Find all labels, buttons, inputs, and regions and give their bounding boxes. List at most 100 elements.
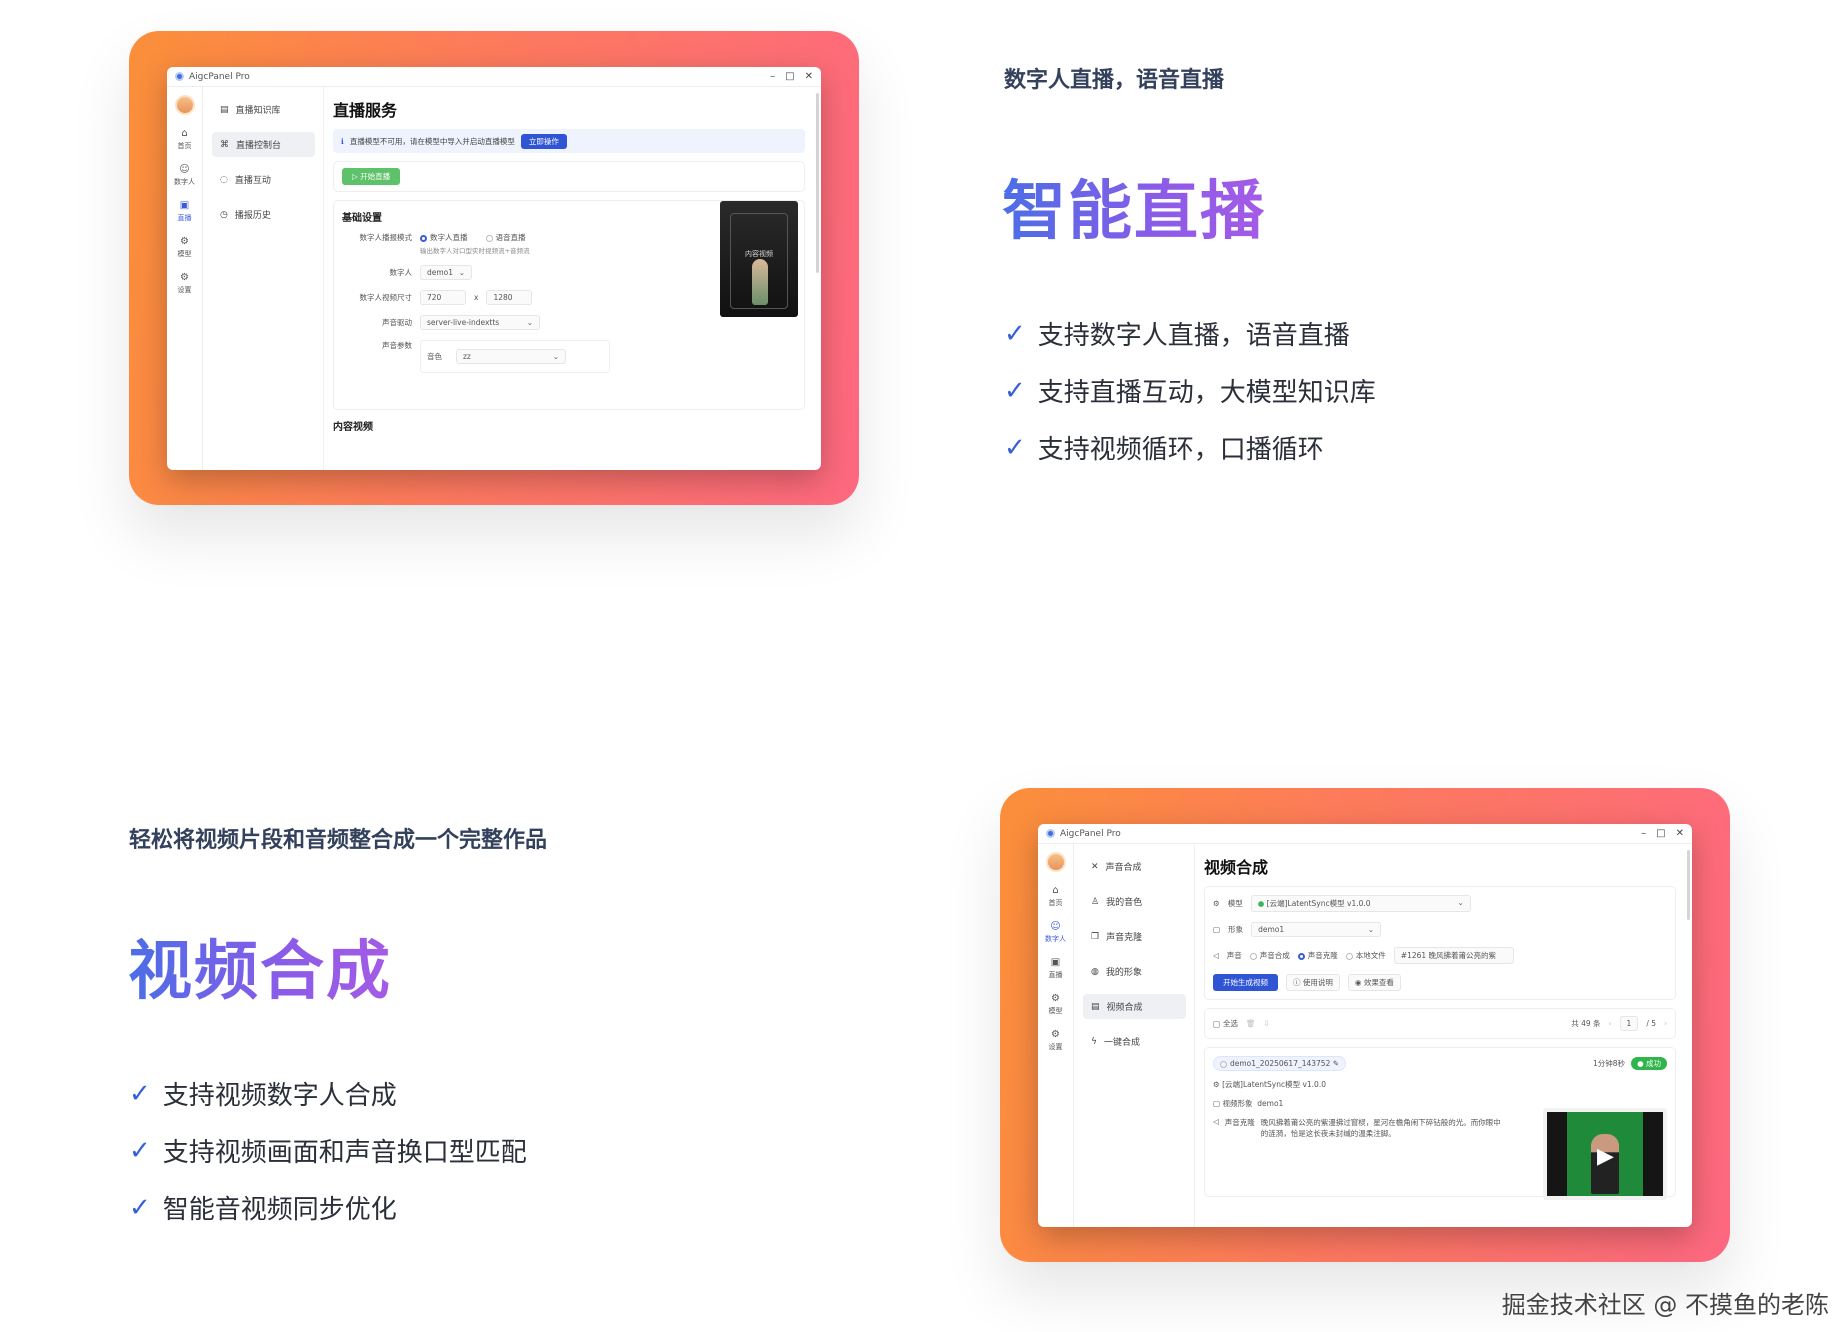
image-icon: ▢ [1213, 925, 1221, 934]
sound-option-file[interactable]: 本地文件 [1345, 950, 1386, 961]
chevron-down-icon: ⌄ [1367, 925, 1375, 934]
task-model: [云端]LatentSync模型 v1.0.0 [1222, 1080, 1326, 1089]
feature-text: 支持视频画面和声音换口型匹配 [162, 1138, 527, 1168]
mode-option-voice[interactable]: 语音直播 [485, 232, 526, 243]
option-label: 本地文件 [1355, 951, 1386, 960]
status-badge: ● 成功 [1631, 1057, 1667, 1070]
rail-item-live[interactable]: ▣ 直播 [1049, 958, 1063, 980]
basic-settings-card: 基础设置 数字人播报模式 数字人直播 语音直播 输出数字人对口型实时视频流+音频… [333, 200, 805, 410]
task-card: demo1_20250617_143752 ✎ 1分钟8秒 ● 成功 ⚙ [云端… [1204, 1047, 1676, 1200]
avatar-select[interactable]: demo1 ⌄ [420, 265, 472, 280]
effect-button[interactable]: ◉ 效果查看 [1347, 974, 1401, 991]
checkbox-icon [1220, 1060, 1227, 1068]
list-item: ✓ 支持直播互动，大模型知识库 [1004, 362, 1376, 419]
chat-icon: ◌ [220, 174, 228, 185]
select-all-checkbox[interactable]: 全选 [1213, 1018, 1238, 1029]
close-icon[interactable]: ✕ [1676, 828, 1684, 839]
rail-label: 模型 [1048, 1007, 1063, 1015]
mode-option-digital[interactable]: 数字人直播 [420, 232, 468, 243]
person-icon: ☺ [179, 164, 190, 175]
rail-item-settings[interactable]: ⚙ 设置 [1049, 1030, 1063, 1052]
model-select[interactable]: ● [云端]LatentSync模型 v1.0.0 ⌄ [1250, 895, 1471, 912]
figure-select[interactable]: demo1 ⌄ [1251, 922, 1382, 937]
task-name-tag[interactable]: demo1_20250617_143752 ✎ [1213, 1056, 1347, 1071]
select-all-label: 全选 [1223, 1019, 1238, 1028]
rail-item-digital-human[interactable]: ☺ 数字人 [174, 165, 195, 187]
play-icon[interactable]: ▶ [1597, 1144, 1614, 1169]
menu-item-history[interactable]: ◷ 播报历史 [212, 202, 315, 227]
sound-select[interactable]: #1261 晚风拂着莆公亮的紫 [1393, 947, 1514, 964]
menu-item-knowledge[interactable]: ▤ 直播知识库 [212, 97, 315, 122]
menu-item-my-figure[interactable]: ◍ 我的形象 [1083, 959, 1186, 984]
shuffle-icon: ✕ [1091, 861, 1099, 872]
maximize-icon[interactable]: □ [785, 71, 794, 82]
menu-item-tts[interactable]: ✕ 声音合成 [1083, 854, 1186, 879]
nav-rail: ⌂ 首页 ☺ 数字人 ▣ 直播 ⚙ 模型 ⚙ 设置 [1038, 844, 1074, 1227]
width-input[interactable]: 720 [420, 290, 466, 305]
rail-label: 首页 [177, 142, 192, 150]
side-menu: ▤ 直播知识库 ⌘ 直播控制台 ◌ 直播互动 ◷ 播报历史 [204, 87, 324, 470]
next-page-icon[interactable]: › [1664, 1019, 1667, 1028]
height-input[interactable]: 1280 [486, 290, 533, 305]
total-count: 共 49 条 [1571, 1019, 1601, 1028]
avatar[interactable] [174, 95, 195, 115]
rail-item-home[interactable]: ⌂ 首页 [1049, 886, 1063, 908]
menu-item-console[interactable]: ⌘ 直播控制台 [212, 132, 315, 157]
chevron-down-icon: ⌄ [458, 268, 465, 277]
title-bar: AigcPanel Pro – □ ✕ [1038, 824, 1692, 844]
rail-item-settings[interactable]: ⚙ 设置 [178, 273, 192, 295]
minimize-icon[interactable]: – [1641, 828, 1646, 839]
sound-option-tts[interactable]: 声音合成 [1249, 950, 1290, 961]
download-icon[interactable]: ⇩ [1264, 1019, 1270, 1028]
timbre-select[interactable]: zz ⌄ [456, 349, 566, 364]
rail-item-home[interactable]: ⌂ 首页 [178, 129, 192, 151]
maximize-icon[interactable]: □ [1656, 828, 1665, 839]
app-logo-icon [175, 72, 184, 81]
menu-item-one-click[interactable]: ϟ 一键合成 [1083, 1029, 1186, 1054]
preview-figure [752, 259, 768, 305]
start-live-button[interactable]: ▷ 开始直播 [342, 168, 401, 185]
page-title: 直播服务 [333, 101, 398, 120]
help-button[interactable]: ⓘ 使用说明 [1286, 974, 1340, 991]
window-controls: – □ ✕ [770, 71, 813, 82]
avatar[interactable] [1045, 852, 1066, 872]
generate-video-button[interactable]: 开始生成视频 [1213, 974, 1278, 991]
app-logo-icon [1046, 829, 1055, 838]
rail-item-live[interactable]: ▣ 直播 [178, 201, 192, 223]
menu-item-video-synth[interactable]: ▤ 视频合成 [1083, 994, 1186, 1019]
live-icon: ▣ [179, 200, 190, 211]
voice-select[interactable]: server-live-indextts ⌄ [420, 315, 540, 330]
menu-item-my-voice[interactable]: ♙ 我的音色 [1083, 889, 1186, 914]
chevron-down-icon: ⌄ [552, 352, 559, 361]
trash-icon[interactable]: 🗑 [1246, 1019, 1256, 1028]
face-icon: ◍ [1091, 966, 1099, 977]
preview-video[interactable]: 内容视频 [720, 201, 798, 317]
check-icon: ✓ [1004, 375, 1026, 406]
rail-item-model[interactable]: ⚙ 模型 [178, 237, 192, 259]
notice-action-button[interactable]: 立即操作 [520, 133, 567, 149]
scrollbar[interactable] [1687, 850, 1690, 920]
rail-item-digital-human[interactable]: ☺ 数字人 [1045, 922, 1066, 944]
size-label: 数字人视频尺寸 [359, 293, 413, 302]
page-title: 视频合成 [1204, 858, 1269, 877]
menu-item-voice-clone[interactable]: ❐ 声音克隆 [1083, 924, 1186, 949]
list-item: ✓ 智能音视频同步优化 [129, 1179, 527, 1236]
close-icon[interactable]: ✕ [805, 71, 813, 82]
minimize-icon[interactable]: – [770, 71, 775, 82]
video-feature-list: ✓ 支持视频数字人合成 ✓ 支持视频画面和声音换口型匹配 ✓ 智能音视频同步优化 [129, 1065, 527, 1236]
menu-item-interaction[interactable]: ◌ 直播互动 [212, 167, 315, 192]
page-input[interactable]: 1 [1619, 1016, 1639, 1031]
edit-icon: ✎ [1332, 1059, 1340, 1068]
sound-option-clone[interactable]: 声音克隆 [1297, 950, 1338, 961]
mode-label: 数字人播报模式 [359, 233, 413, 242]
result-video-thumbnail[interactable]: ▶ [1543, 1108, 1667, 1200]
prev-page-icon[interactable]: ‹ [1609, 1019, 1612, 1028]
param-row: 声音参数 音色 zz ⌄ [342, 340, 796, 373]
sound-value: #1261 晚风拂着莆公亮的紫 [1400, 951, 1497, 960]
scrollbar[interactable] [816, 93, 819, 273]
task-model-row: ⚙ [云端]LatentSync模型 v1.0.0 [1213, 1079, 1667, 1090]
start-card: ▷ 开始直播 [333, 161, 805, 192]
rail-item-model[interactable]: ⚙ 模型 [1049, 994, 1063, 1016]
figure-label: 形象 [1228, 925, 1244, 934]
rail-label: 数字人 [174, 178, 195, 186]
